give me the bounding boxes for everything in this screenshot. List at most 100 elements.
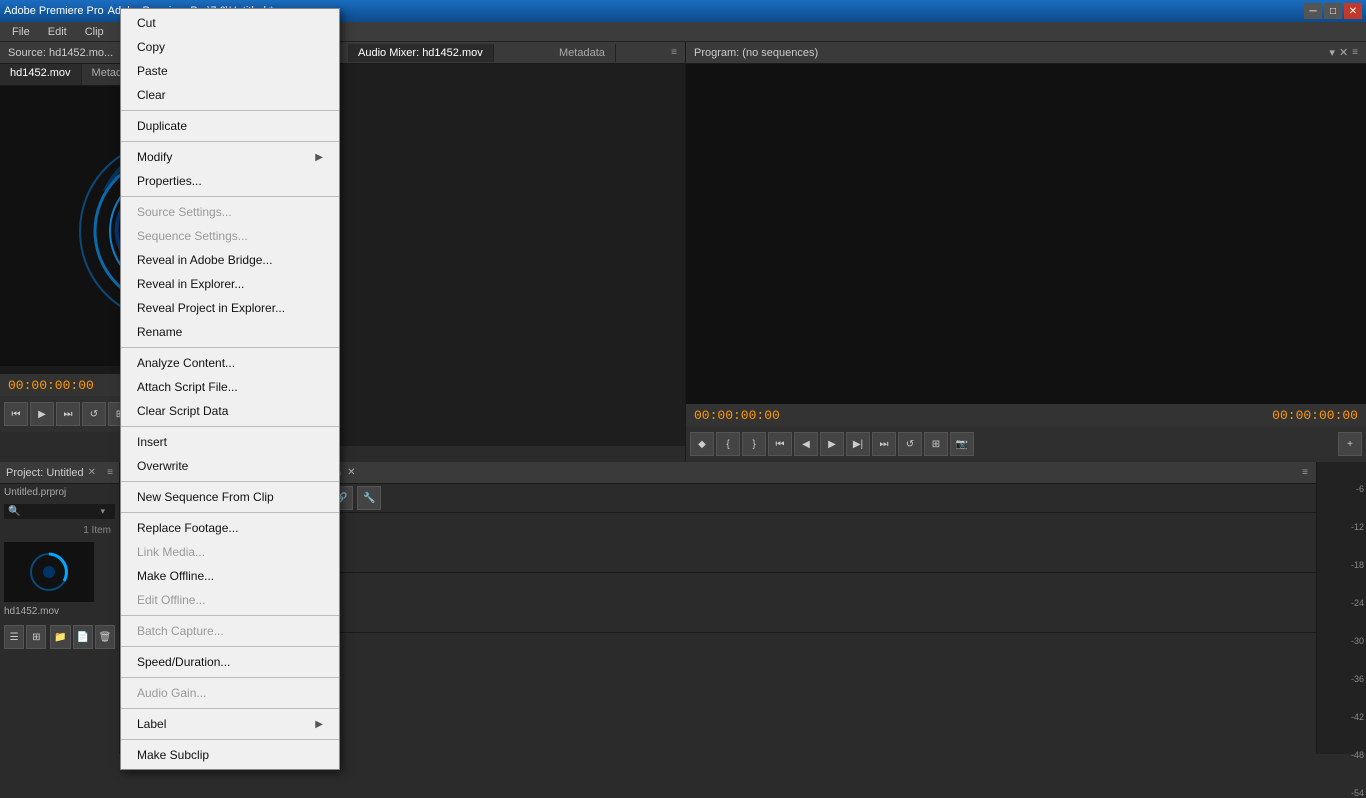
- proj-list-view[interactable]: ☰: [4, 625, 24, 649]
- context-menu-label-new_sequence: New Sequence From Clip: [137, 490, 274, 504]
- mixer-panel-header: Audio Mixer: hd1452.mov Metadata ≡: [340, 42, 685, 64]
- context-menu-separator: [121, 739, 339, 740]
- context-menu: Cut Copy Paste Clear Duplicate Modify▶Propert…: [120, 8, 340, 770]
- program-panel-dropdown[interactable]: ▾: [1329, 46, 1335, 59]
- timeline-wrench[interactable]: 🔧: [357, 486, 381, 510]
- context-menu-label-label: Label: [137, 717, 166, 731]
- context-menu-label-make_offline: Make Offline...: [137, 569, 214, 583]
- maximize-button[interactable]: □: [1324, 3, 1342, 19]
- timeline-close[interactable]: ✕: [347, 467, 355, 478]
- menu-file[interactable]: File: [4, 24, 38, 40]
- context-menu-label-clear: Clear: [137, 88, 166, 102]
- timeline-panel-menu[interactable]: ≡: [1302, 467, 1308, 478]
- context-menu-label-copy: Copy: [137, 40, 165, 54]
- context-menu-item-speed_duration[interactable]: Speed/Duration...: [121, 650, 339, 674]
- prog-play[interactable]: ▶: [820, 432, 844, 456]
- context-menu-label-overwrite: Overwrite: [137, 459, 188, 473]
- context-menu-separator: [121, 426, 339, 427]
- prog-next[interactable]: ⏭: [872, 432, 896, 456]
- project-search-input[interactable]: [20, 506, 100, 517]
- context-menu-item-properties[interactable]: Properties...: [121, 169, 339, 193]
- context-menu-item-duplicate[interactable]: Duplicate: [121, 114, 339, 138]
- context-menu-item-clear[interactable]: Clear: [121, 83, 339, 107]
- context-menu-item-insert[interactable]: Insert: [121, 430, 339, 454]
- context-menu-item-rename[interactable]: Rename: [121, 320, 339, 344]
- project-tab: Project: Untitled ✕: [6, 467, 96, 479]
- source-panel-title: Source: hd1452.mo...: [8, 47, 113, 59]
- context-menu-item-reveal_bridge[interactable]: Reveal in Adobe Bridge...: [121, 248, 339, 272]
- prog-safe[interactable]: ⊞: [924, 432, 948, 456]
- mixer-tab-metadata[interactable]: Metadata: [549, 44, 616, 62]
- close-button[interactable]: ✕: [1344, 3, 1362, 19]
- proj-icon-view[interactable]: ⊞: [26, 625, 46, 649]
- program-panel: Program: (no sequences) ▾ ✕ ≡ 00:00:00:0…: [686, 42, 1366, 462]
- prog-prev[interactable]: ⏮: [768, 432, 792, 456]
- context-menu-item-paste[interactable]: Paste: [121, 59, 339, 83]
- source-tab-clip[interactable]: hd1452.mov: [0, 64, 82, 85]
- proj-new-bin[interactable]: 📁: [50, 625, 70, 649]
- prog-step-back[interactable]: ◀: [794, 432, 818, 456]
- context-menu-item-copy[interactable]: Copy: [121, 35, 339, 59]
- title-bar-controls: ─ □ ✕: [1304, 3, 1362, 19]
- search-dropdown[interactable]: ▾: [100, 506, 105, 517]
- context-menu-separator: [121, 141, 339, 142]
- minimize-button[interactable]: ─: [1304, 3, 1322, 19]
- step-forward-button[interactable]: ⏭: [56, 402, 80, 426]
- menu-edit[interactable]: Edit: [40, 24, 75, 40]
- context-menu-label-batch_capture: Batch Capture...: [137, 624, 224, 638]
- context-menu-item-link_media: Link Media...: [121, 540, 339, 564]
- context-menu-item-new_sequence[interactable]: New Sequence From Clip: [121, 485, 339, 509]
- video-track-1: [210, 513, 1316, 573]
- source-time: 00:00:00:00: [8, 378, 94, 393]
- level-neg12: -12: [1351, 522, 1364, 532]
- loop-button[interactable]: ↺: [82, 402, 106, 426]
- context-menu-item-attach_script[interactable]: Attach Script File...: [121, 375, 339, 399]
- context-menu-item-make_subclip[interactable]: Make Subclip: [121, 743, 339, 767]
- context-menu-item-batch_capture: Batch Capture...: [121, 619, 339, 643]
- context-menu-label-insert: Insert: [137, 435, 167, 449]
- context-menu-item-make_offline[interactable]: Make Offline...: [121, 564, 339, 588]
- context-menu-item-replace_footage[interactable]: Replace Footage...: [121, 516, 339, 540]
- project-panel-menu[interactable]: ≡: [107, 467, 113, 478]
- context-menu-item-modify[interactable]: Modify▶: [121, 145, 339, 169]
- level-neg24: -24: [1351, 598, 1364, 608]
- project-close-btn[interactable]: ✕: [88, 467, 96, 478]
- clip-thumb-graphic: [9, 547, 89, 597]
- context-menu-item-analyze[interactable]: Analyze Content...: [121, 351, 339, 375]
- program-video: [686, 64, 1366, 404]
- context-menu-label-reveal_explorer: Reveal in Explorer...: [137, 277, 244, 291]
- prog-add-marker[interactable]: ◆: [690, 432, 714, 456]
- project-bottom-bar: ☰ ⊞ 📁 📄 🗑: [0, 621, 119, 653]
- program-panel-menu[interactable]: ≡: [1352, 47, 1358, 58]
- context-menu-separator: [121, 615, 339, 616]
- proj-delete[interactable]: 🗑: [95, 625, 115, 649]
- mixer-panel-menu[interactable]: ≡: [671, 47, 677, 58]
- prog-out[interactable]: }: [742, 432, 766, 456]
- level-neg18: -18: [1351, 560, 1364, 570]
- search-icon: 🔍: [8, 506, 20, 517]
- context-menu-item-reveal_project[interactable]: Reveal Project in Explorer...: [121, 296, 339, 320]
- prog-in[interactable]: {: [716, 432, 740, 456]
- play-button[interactable]: ▶: [30, 402, 54, 426]
- mixer-tab-audio[interactable]: Audio Mixer: hd1452.mov: [348, 44, 494, 62]
- prog-camera[interactable]: 📷: [950, 432, 974, 456]
- step-back-button[interactable]: ⏮: [4, 402, 28, 426]
- program-panel-close[interactable]: ✕: [1339, 46, 1348, 59]
- prog-add[interactable]: +: [1338, 432, 1362, 456]
- context-menu-item-cut[interactable]: Cut: [121, 11, 339, 35]
- prog-loop[interactable]: ↺: [898, 432, 922, 456]
- audio-track-1: [210, 573, 1316, 633]
- project-filename: Untitled.prproj: [4, 487, 66, 498]
- context-menu-item-label[interactable]: Label▶: [121, 712, 339, 736]
- context-menu-separator: [121, 347, 339, 348]
- program-time-start: 00:00:00:00: [694, 408, 780, 423]
- level-neg36: -36: [1351, 674, 1364, 684]
- context-menu-item-clear_script[interactable]: Clear Script Data: [121, 399, 339, 423]
- context-menu-item-audio_gain: Audio Gain...: [121, 681, 339, 705]
- context-menu-item-reveal_explorer[interactable]: Reveal in Explorer...: [121, 272, 339, 296]
- proj-new-item[interactable]: 📄: [73, 625, 93, 649]
- context-menu-label-edit_offline: Edit Offline...: [137, 593, 205, 607]
- prog-step-fwd[interactable]: ▶|: [846, 432, 870, 456]
- context-menu-item-overwrite[interactable]: Overwrite: [121, 454, 339, 478]
- menu-clip[interactable]: Clip: [77, 24, 112, 40]
